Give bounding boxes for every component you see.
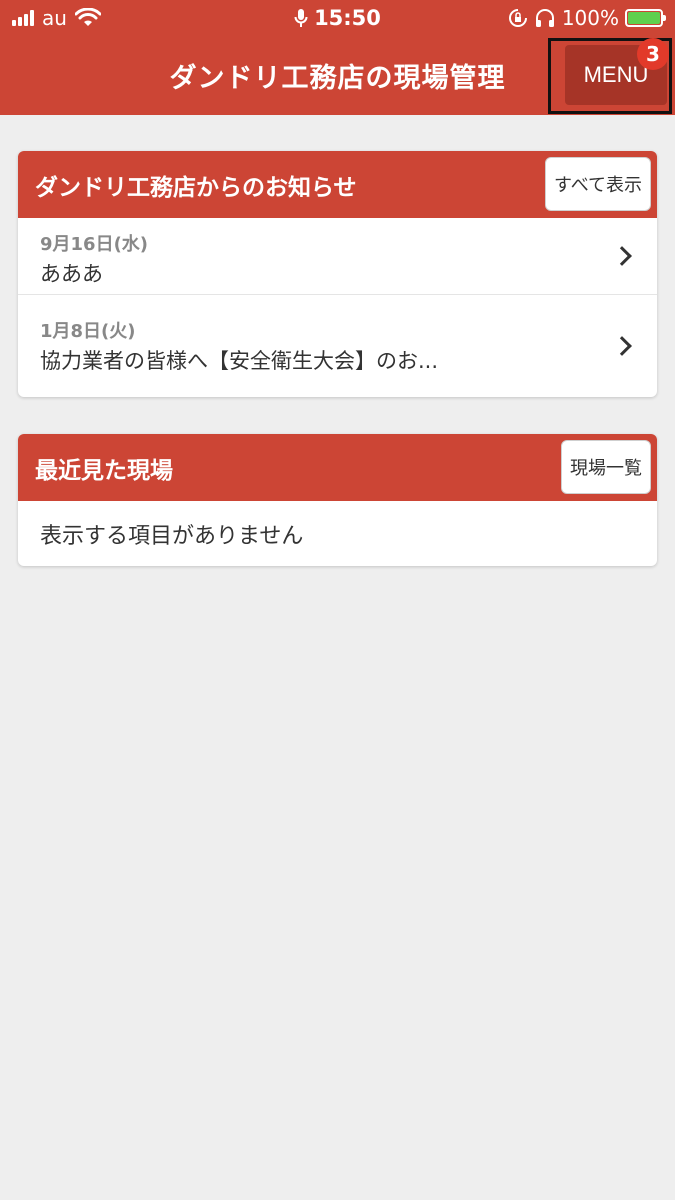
notice-item[interactable]: 1月8日(火) 協力業者の皆様へ【安全衛生大会】のお... — [18, 295, 657, 397]
headphones-icon — [535, 9, 554, 27]
recent-sites-card-header: 最近見た現場 現場一覧 — [18, 434, 657, 501]
recent-sites-card: 最近見た現場 現場一覧 表示する項目がありません — [18, 434, 657, 566]
chevron-right-icon — [612, 246, 632, 266]
notice-text: 協力業者の皆様へ【安全衛生大会】のお... — [40, 349, 439, 373]
notice-text: あああ — [40, 262, 103, 286]
notices-card: ダンドリ工務店からのお知らせ すべて表示 9月16日(水) あああ 1月8日(火… — [18, 151, 657, 397]
notice-date: 9月16日(水) — [40, 234, 149, 255]
notice-item[interactable]: 9月16日(水) あああ — [18, 218, 657, 295]
status-time: 15:50 — [314, 6, 381, 30]
chevron-right-icon — [612, 336, 632, 356]
rotation-lock-icon — [508, 9, 527, 27]
microphone-icon — [294, 9, 308, 27]
recent-sites-card-title: 最近見た現場 — [35, 457, 173, 484]
notices-card-title: ダンドリ工務店からのお知らせ — [35, 174, 357, 201]
site-list-button[interactable]: 現場一覧 — [561, 440, 651, 494]
status-bar: au 15:50 100% — [0, 0, 675, 36]
notice-date: 1月8日(火) — [40, 321, 136, 342]
battery-percent: 100% — [561, 6, 619, 30]
show-all-notices-button[interactable]: すべて表示 — [544, 157, 651, 211]
notices-card-header: ダンドリ工務店からのお知らせ すべて表示 — [18, 151, 657, 218]
menu-notification-badge: 3 — [637, 38, 669, 70]
app-screen: au 15:50 100% ダンドリ工務店の現場管理 MENU 3 ダンドリ工務… — [0, 0, 675, 1200]
empty-state-text: 表示する項目がありません — [40, 523, 304, 549]
battery-icon — [625, 9, 666, 27]
status-right: 100% — [508, 0, 666, 36]
